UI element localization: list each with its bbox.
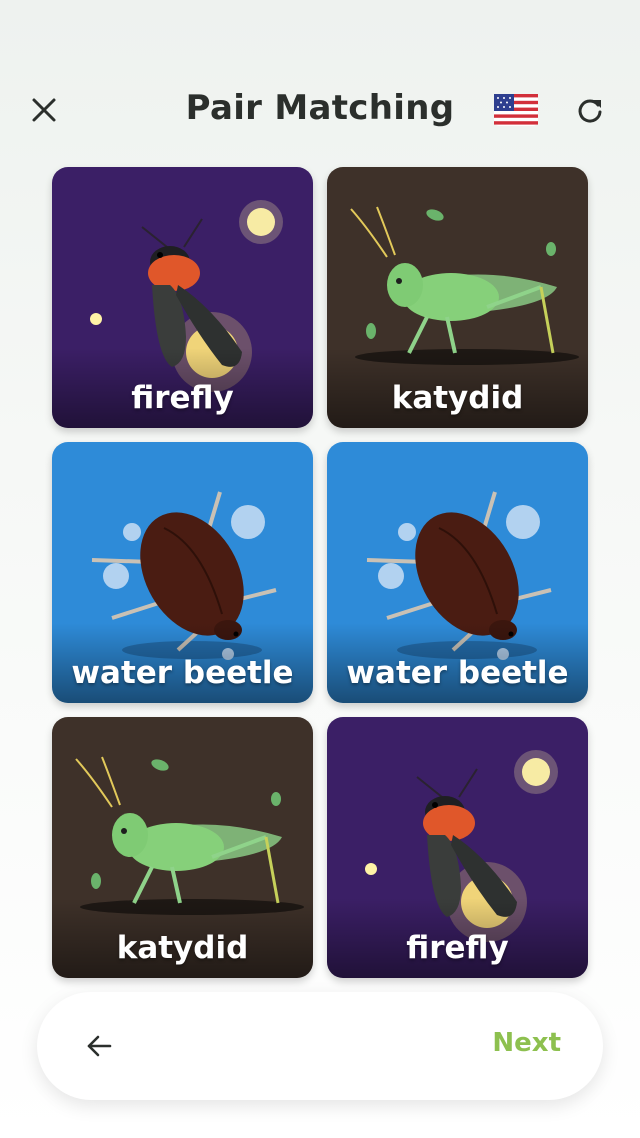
card-label: water beetle	[71, 655, 294, 691]
refresh-button[interactable]	[568, 88, 612, 132]
card-label: water beetle	[346, 655, 569, 691]
card-label: firefly	[131, 380, 234, 416]
card-1[interactable]: firefly	[52, 167, 313, 428]
card-label: katydid	[116, 930, 249, 966]
arrow-left-icon	[87, 1035, 112, 1057]
bottom-nav-bar: Next	[37, 992, 603, 1100]
card-label: katydid	[391, 380, 524, 416]
language-flag-button[interactable]	[494, 94, 538, 126]
card-6[interactable]: firefly	[327, 717, 588, 978]
card-5[interactable]: katydid	[52, 717, 313, 978]
next-button[interactable]: Next	[492, 1028, 561, 1058]
card-4[interactable]: water beetle	[327, 442, 588, 703]
card-2[interactable]: katydid	[327, 167, 588, 428]
card-grid: firefly katydid water beetle water beetl…	[52, 167, 588, 978]
header-bar: Pair Matching	[0, 72, 640, 152]
us-flag-icon	[494, 94, 538, 126]
card-3[interactable]: water beetle	[52, 442, 313, 703]
page-title: Pair Matching	[185, 88, 455, 128]
card-label: firefly	[406, 930, 509, 966]
refresh-icon	[578, 99, 602, 123]
back-button[interactable]	[77, 1024, 121, 1068]
